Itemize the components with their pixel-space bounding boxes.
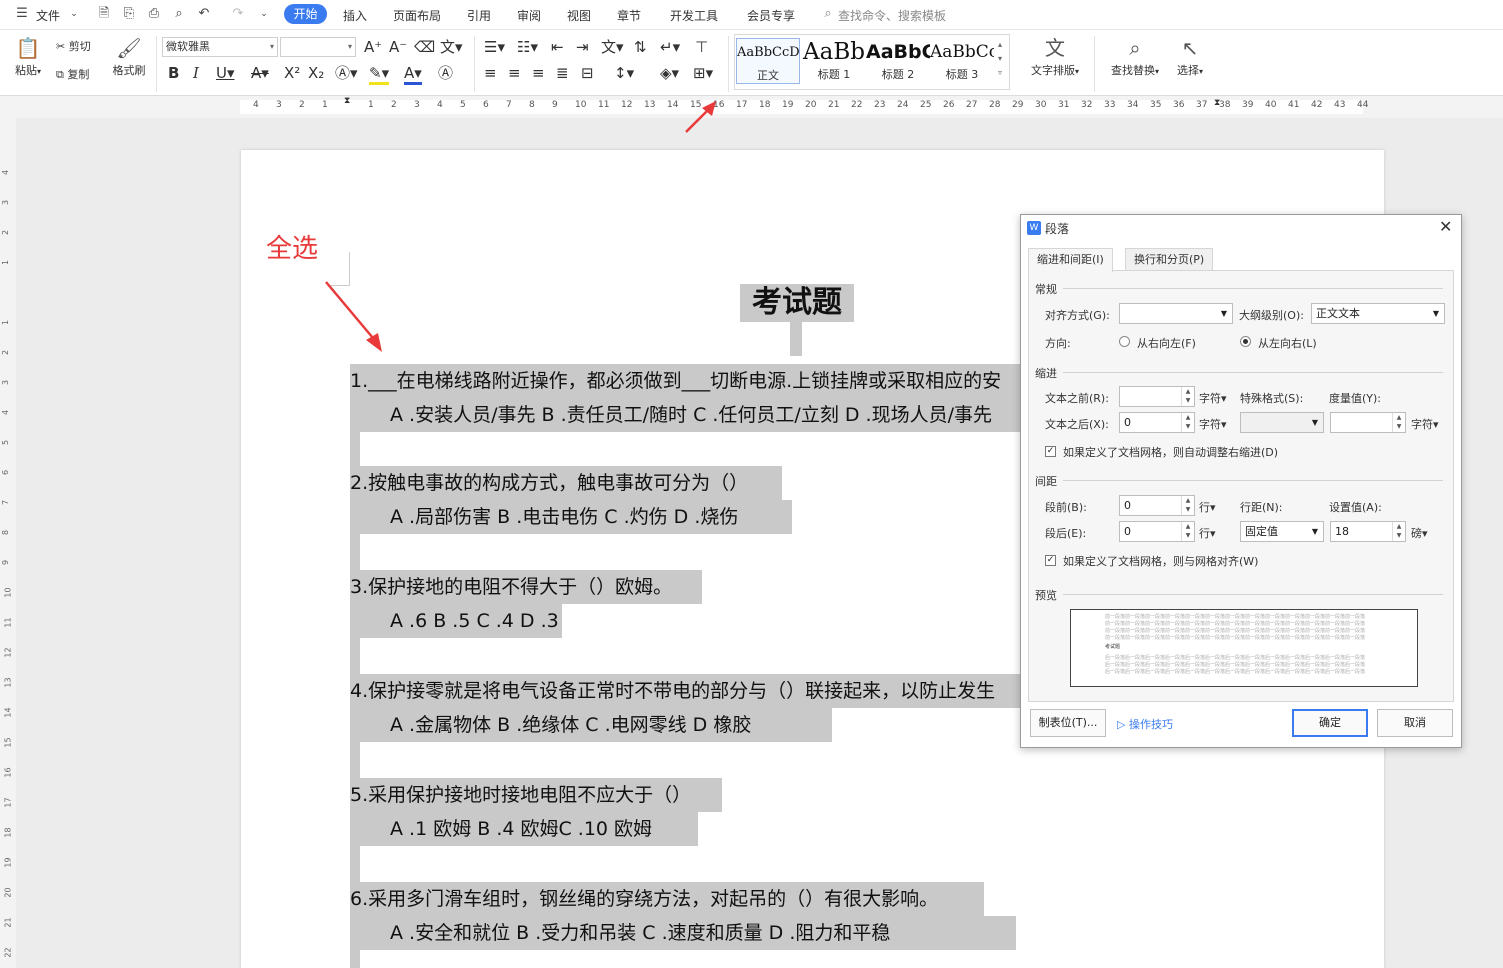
measure-unit[interactable]: 字符▾ — [1411, 416, 1439, 432]
arrow-to-text — [325, 281, 379, 345]
snap-grid-checkbox[interactable]: ✓ — [1045, 555, 1056, 566]
outline-label: 大纲级别(O): — [1239, 309, 1304, 322]
tab-line-page-break[interactable]: 换行和分页(P) — [1125, 248, 1214, 271]
ltr-label: 从左向右(L) — [1258, 337, 1317, 350]
before-text-unit[interactable]: 字符▾ — [1199, 390, 1227, 406]
setting-value-input[interactable]: 18 ▲ ▼ — [1330, 521, 1406, 542]
arrowhead — [366, 333, 382, 352]
align-label: 对齐方式(G): — [1045, 309, 1110, 322]
measure-input[interactable]: ▲ ▼ — [1330, 412, 1406, 433]
tab-indent-spacing[interactable]: 缩进和间距(I) — [1028, 248, 1113, 272]
paragraph-dialog: W 段落 ✕ 缩进和间距(I) 换行和分页(P) 常规 对齐方式(G): ▼ 大… — [1020, 214, 1462, 748]
tab-stops-button[interactable]: 制表位(T)... — [1030, 709, 1106, 737]
setting-unit[interactable]: 磅▾ — [1411, 525, 1428, 541]
section-general: 常规 — [1035, 283, 1057, 296]
dialog-titlebar[interactable]: W 段落 ✕ — [1021, 215, 1461, 241]
arrow-to-ruler — [685, 107, 711, 133]
rtl-label: 从右向左(F) — [1137, 337, 1196, 350]
line-spacing-label: 行距(N): — [1240, 501, 1283, 514]
section-preview: 预览 — [1035, 589, 1057, 602]
align-select[interactable]: ▼ — [1119, 303, 1233, 324]
after-text-input[interactable]: 0 ▲ ▼ — [1119, 412, 1195, 433]
paragraph-preview: 前一段落前一段落前一段落前一段落前一段落前一段落前一段落前一段落前一段落前一段落… — [1070, 609, 1418, 687]
space-before-input[interactable]: 0 ▲ ▼ — [1119, 495, 1195, 516]
tips-link[interactable]: ▷ 操作技巧 — [1117, 716, 1173, 732]
ok-button[interactable]: 确定 — [1292, 709, 1368, 737]
wps-logo-icon: W — [1027, 221, 1041, 235]
measure-label: 度量值(Y): — [1329, 392, 1382, 405]
space-after-label: 段后(E): — [1045, 527, 1087, 540]
rtl-radio[interactable] — [1119, 336, 1130, 347]
ltr-radio[interactable] — [1240, 336, 1251, 347]
auto-indent-label: 如果定义了文档网格，则自动调整右缩进(D) — [1063, 446, 1279, 459]
cancel-button[interactable]: 取消 — [1377, 709, 1453, 737]
snap-grid-label: 如果定义了文档网格，则与网格对齐(W) — [1063, 555, 1259, 568]
special-label: 特殊格式(S): — [1240, 392, 1304, 405]
close-icon[interactable]: ✕ — [1439, 217, 1452, 236]
setting-label: 设置值(A): — [1329, 501, 1382, 514]
before-text-input[interactable]: ▲ ▼ — [1119, 386, 1195, 407]
space-before-unit[interactable]: 行▾ — [1199, 499, 1216, 515]
after-text-unit[interactable]: 字符▾ — [1199, 416, 1227, 432]
line-spacing-select[interactable]: 固定值 ▼ — [1240, 521, 1324, 542]
auto-indent-checkbox[interactable]: ✓ — [1045, 446, 1056, 457]
before-text-label: 文本之前(R): — [1045, 392, 1109, 405]
space-after-unit[interactable]: 行▾ — [1199, 525, 1216, 541]
direction-label: 方向: — [1045, 337, 1071, 350]
play-icon: ▷ — [1117, 718, 1126, 731]
section-indent: 缩进 — [1035, 367, 1057, 380]
dialog-title: 段落 — [1045, 222, 1070, 236]
special-format-select[interactable]: ▼ — [1240, 412, 1324, 433]
outline-select[interactable]: 正文文本 ▼ — [1311, 303, 1445, 324]
section-spacing: 间距 — [1035, 475, 1057, 488]
after-text-label: 文本之后(X): — [1045, 418, 1109, 431]
space-after-input[interactable]: 0 ▲ ▼ — [1119, 521, 1195, 542]
wps-writer-window: ☰ 文件 ⌄ 🗎 ⎘ ⎙ ⌕ ↶ ↷ ⌄ 开始 插入 页面布局 引用 审阅 视图… — [0, 0, 1503, 968]
space-before-label: 段前(B): — [1045, 501, 1087, 514]
